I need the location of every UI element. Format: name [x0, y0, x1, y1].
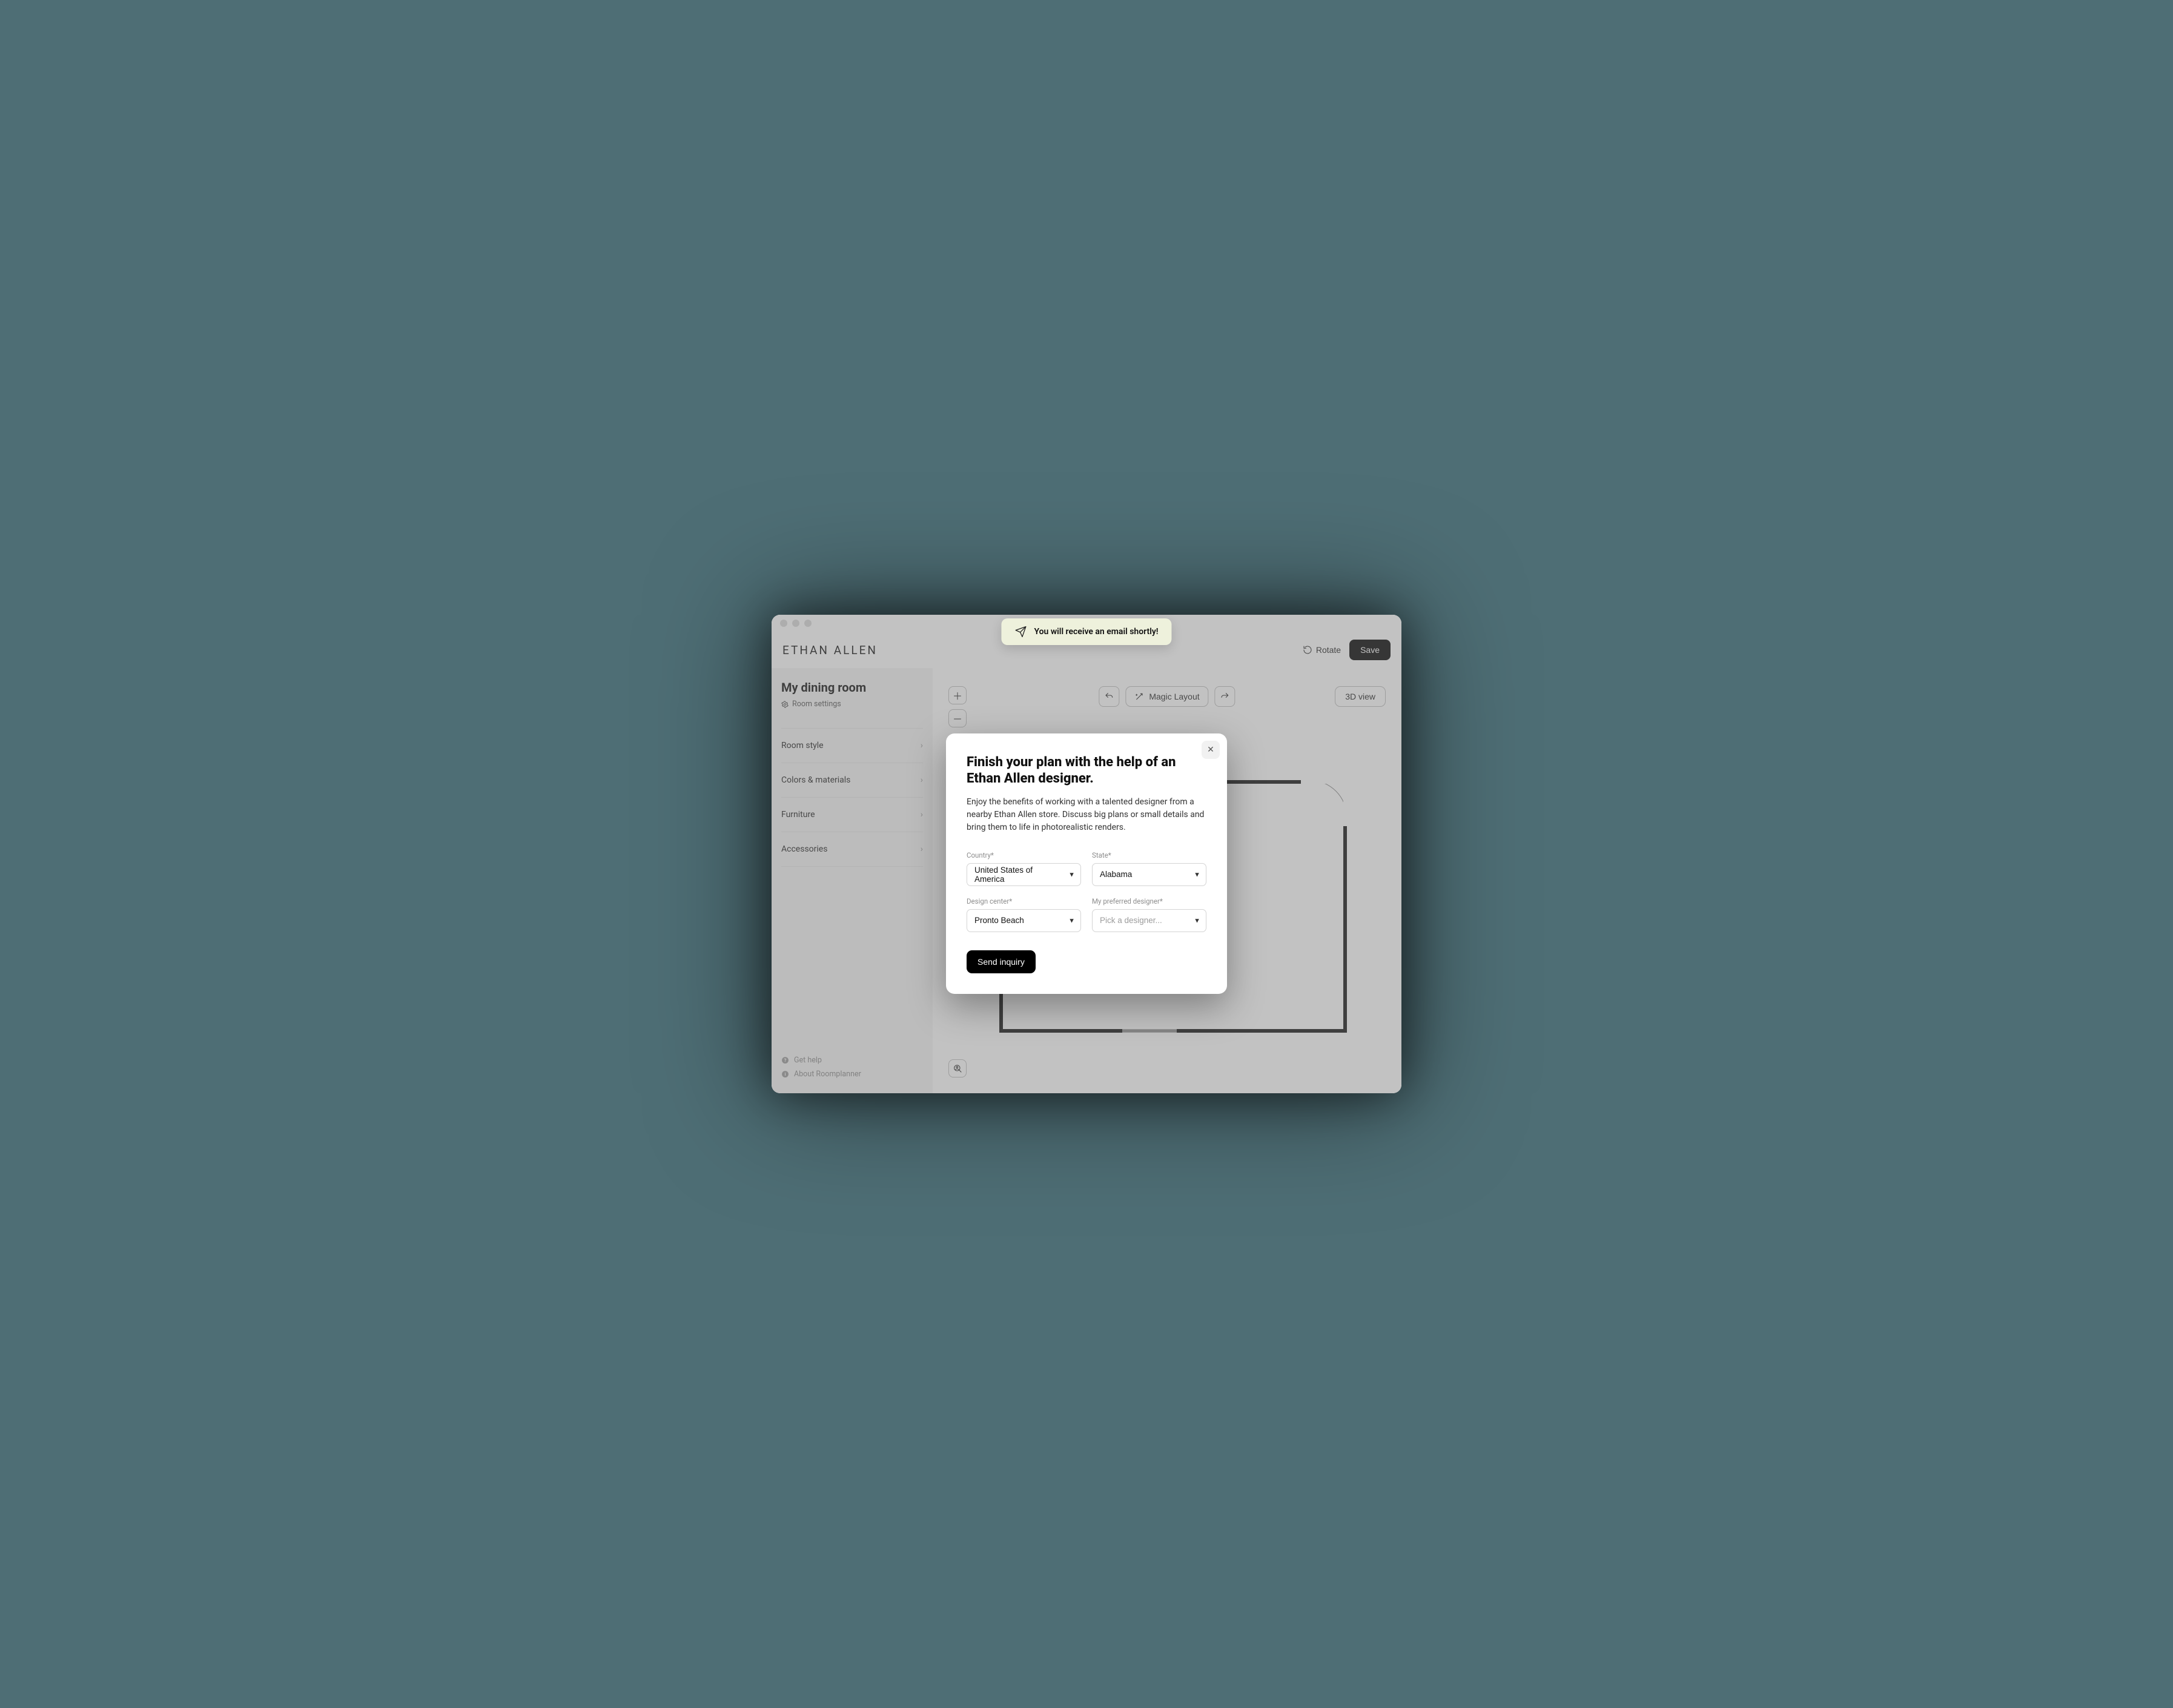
- toast-text: You will receive an email shortly!: [1034, 627, 1158, 637]
- modal-body: Enjoy the benefits of working with a tal…: [967, 796, 1206, 834]
- country-select[interactable]: United States of America: [967, 863, 1081, 886]
- toast: You will receive an email shortly!: [1001, 618, 1171, 645]
- designer-modal: ✕ Finish your plan with the help of an E…: [946, 733, 1227, 994]
- paper-plane-icon: [1014, 626, 1027, 638]
- design-center-label: Design center*: [967, 897, 1081, 905]
- preferred-designer-label: My preferred designer*: [1092, 897, 1206, 905]
- country-label: Country*: [967, 851, 1081, 859]
- preferred-designer-select[interactable]: Pick a designer...: [1092, 909, 1206, 932]
- send-inquiry-button[interactable]: Send inquiry: [967, 950, 1036, 973]
- close-icon: ✕: [1207, 744, 1214, 755]
- modal-title: Finish your plan with the help of an Eth…: [967, 754, 1185, 787]
- app-window: ETHAN ALLEN Rotate Save My dining room: [772, 615, 1401, 1093]
- state-select[interactable]: Alabama: [1092, 863, 1206, 886]
- state-label: State*: [1092, 851, 1206, 859]
- design-center-select[interactable]: Pronto Beach: [967, 909, 1081, 932]
- modal-close-button[interactable]: ✕: [1202, 741, 1220, 759]
